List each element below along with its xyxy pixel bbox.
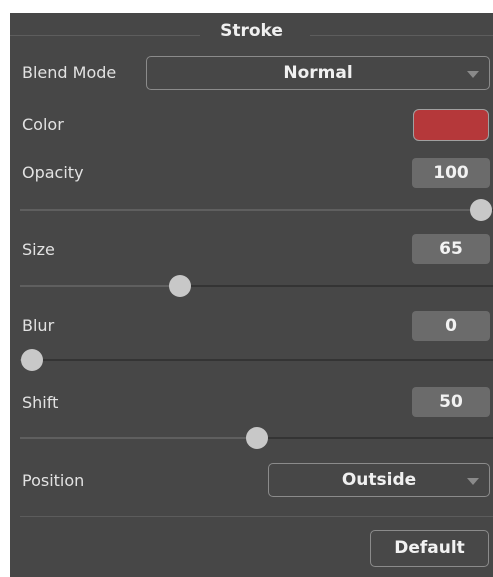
position-dropdown[interactable]: Outside xyxy=(268,463,490,497)
opacity-label: Opacity xyxy=(22,163,84,182)
opacity-slider[interactable] xyxy=(20,199,493,221)
blur-slider-handle[interactable] xyxy=(21,349,43,371)
size-slider-fill xyxy=(20,285,181,287)
blend-mode-value: Normal xyxy=(283,63,353,83)
chevron-down-icon xyxy=(467,71,479,78)
size-slider-handle[interactable] xyxy=(169,275,192,297)
size-slider[interactable] xyxy=(20,275,493,297)
default-button[interactable]: Default xyxy=(370,530,489,567)
chevron-down-icon xyxy=(467,478,479,485)
size-value-field[interactable]: 65 xyxy=(412,234,490,264)
footer-divider xyxy=(20,516,493,517)
shift-slider-fill xyxy=(20,437,257,439)
opacity-slider-fill xyxy=(20,209,481,211)
position-value: Outside xyxy=(341,470,417,490)
shift-slider[interactable] xyxy=(20,427,493,449)
shift-value-field[interactable]: 50 xyxy=(412,387,490,417)
size-label: Size xyxy=(22,240,55,259)
blur-slider[interactable] xyxy=(20,349,493,371)
color-label: Color xyxy=(22,115,64,134)
blend-mode-label: Blend Mode xyxy=(22,63,117,82)
stroke-panel: Stroke Blend Mode Normal Color Opacity 1… xyxy=(10,13,493,577)
blend-mode-dropdown[interactable]: Normal xyxy=(146,56,490,90)
shift-slider-handle[interactable] xyxy=(245,427,268,449)
color-swatch[interactable] xyxy=(413,109,489,141)
opacity-value-field[interactable]: 100 xyxy=(412,158,490,188)
blur-label: Blur xyxy=(22,316,55,335)
position-label: Position xyxy=(22,471,85,490)
panel-title: Stroke xyxy=(220,21,283,41)
blur-value-field[interactable]: 0 xyxy=(412,311,490,341)
opacity-slider-handle[interactable] xyxy=(470,199,492,221)
shift-label: Shift xyxy=(22,393,59,412)
